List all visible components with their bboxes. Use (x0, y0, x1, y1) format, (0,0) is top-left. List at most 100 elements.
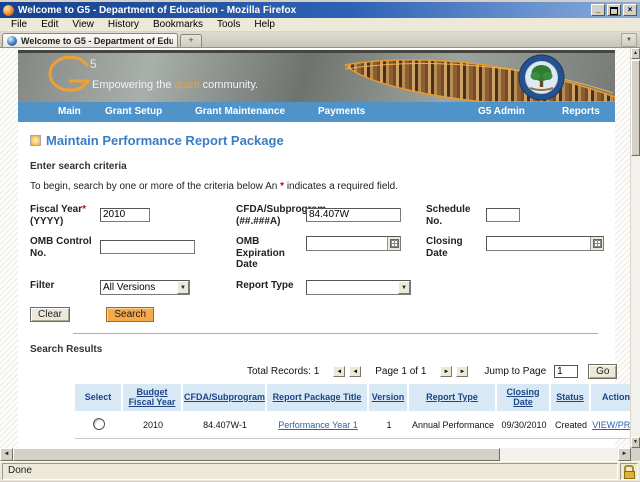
menu-view[interactable]: View (65, 18, 101, 31)
tab-bar: Welcome to G5 - Department of Edu... + ▼ (0, 32, 640, 48)
nav-grant-setup[interactable]: Grant Setup (105, 106, 162, 117)
menu-history[interactable]: History (101, 18, 146, 31)
omb-expiration-input[interactable] (306, 236, 401, 251)
close-button[interactable]: × (623, 4, 637, 16)
page-viewport: 5 Empowering the grant community. Main G… (0, 48, 640, 448)
total-records: Total Records: 1 (247, 365, 320, 377)
omb-control-input[interactable] (100, 239, 195, 254)
list-all-tabs-button[interactable]: ▼ (621, 33, 637, 47)
page-title-text: Maintain Performance Report Package (46, 133, 284, 148)
nav-g5-admin[interactable]: G5 Admin (478, 106, 525, 117)
cfda-label: CFDA/Subprogram (##.###A) (236, 204, 326, 227)
menu-edit[interactable]: Edit (34, 18, 65, 31)
fiscal-year-input[interactable] (100, 207, 150, 222)
lock-icon (623, 470, 635, 479)
clear-button[interactable]: Clear (30, 306, 70, 322)
g5-banner: 5 Empowering the grant community. (18, 50, 615, 102)
menu-bookmarks[interactable]: Bookmarks (146, 18, 210, 31)
jump-to-page-input[interactable] (554, 364, 579, 378)
first-page-button[interactable]: ◄ (333, 365, 346, 377)
search-form: Fiscal Year*(YYYY) CFDA/Subprogram(##.##… (30, 204, 615, 322)
search-button[interactable]: Search (106, 306, 155, 322)
header-status[interactable]: Status (551, 383, 591, 412)
cell-cfda: 84.407W-1 (183, 411, 267, 440)
nav-grant-maintenance[interactable]: Grant Maintenance (195, 106, 285, 117)
header-version[interactable]: Version (369, 383, 409, 412)
scroll-right-button[interactable]: ► (618, 448, 631, 461)
horizontal-scrollbar[interactable]: ◄ ► (0, 448, 640, 461)
new-tab-button[interactable]: + (180, 34, 202, 47)
restore-button[interactable] (607, 4, 621, 16)
vertical-scrollbar[interactable]: ▲ ▼ (630, 48, 640, 448)
closing-date-input[interactable] (486, 236, 604, 251)
main-content: Maintain Performance Report Package Ente… (18, 133, 640, 448)
header-cfda-subprogram[interactable]: CFDA/Subprogram (183, 383, 267, 412)
schedule-no-label: Schedule No. (426, 204, 471, 227)
results-table: Select Budget Fiscal Year CFDA/Subprogra… (75, 383, 640, 440)
nav-payments[interactable]: Payments (318, 106, 365, 117)
tab-label: Welcome to G5 - Department of Edu... (21, 35, 173, 46)
browser-window: Welcome to G5 - Department of Education … (0, 2, 640, 482)
go-button[interactable]: Go (588, 363, 618, 379)
chevron-down-icon[interactable]: ▼ (177, 280, 189, 294)
minimize-button[interactable]: _ (591, 4, 605, 16)
header-report-package-title[interactable]: Report Package Title (267, 383, 369, 412)
menu-file[interactable]: File (4, 18, 34, 31)
banner-swoosh-graphic (345, 59, 615, 102)
header-budget-fiscal-year[interactable]: Budget Fiscal Year (123, 383, 183, 412)
next-page-button[interactable]: ► (440, 365, 453, 377)
menu-tools[interactable]: Tools (210, 18, 247, 31)
chevron-down-icon[interactable]: ▼ (398, 280, 410, 294)
page-title: Maintain Performance Report Package (30, 133, 615, 148)
g5-logo-number: 5 (90, 57, 97, 71)
page-title-bullet-icon (30, 135, 41, 146)
header-select: Select (75, 383, 123, 412)
jump-to-page-label: Jump to Page (484, 365, 547, 377)
filter-select[interactable]: All Versions ▼ (100, 279, 190, 295)
nav-main[interactable]: Main (58, 106, 81, 117)
closing-date-calendar-button[interactable] (590, 237, 603, 250)
cell-budget-fiscal-year: 2010 (123, 411, 183, 440)
menu-help[interactable]: Help (247, 18, 282, 31)
pagination-top: Total Records: 1 ◄ ◄ Page 1 of 1 ► ► Jum… (75, 363, 618, 379)
schedule-no-input[interactable] (486, 207, 520, 222)
select-row-radio[interactable] (93, 418, 105, 431)
cfda-input[interactable] (306, 207, 401, 222)
search-criteria-heading: Enter search criteria (30, 161, 127, 172)
firefox-icon (3, 4, 14, 16)
table-row: 2010 84.407W-1 Performance Year 1 1 Annu… (75, 411, 640, 440)
omb-expiration-calendar-button[interactable] (387, 237, 400, 250)
report-type-label: Report Type (236, 279, 294, 291)
calendar-icon (389, 239, 399, 248)
window-title: Welcome to G5 - Department of Education … (18, 4, 297, 16)
search-results-heading: Search Results (30, 343, 103, 355)
header-closing-date[interactable]: Closing Date (497, 383, 551, 412)
closing-date-label: Closing Date (426, 236, 463, 259)
table-header-row: Select Budget Fiscal Year CFDA/Subprogra… (75, 383, 640, 412)
previous-page-button[interactable]: ◄ (349, 365, 362, 377)
report-type-select[interactable]: ▼ (306, 279, 411, 295)
security-lock-panel[interactable] (620, 463, 638, 480)
scrollbar-corner (631, 448, 640, 461)
scroll-up-button[interactable]: ▲ (631, 48, 640, 59)
cell-version: 1 (369, 411, 409, 440)
active-tab[interactable]: Welcome to G5 - Department of Edu... (2, 33, 178, 47)
last-page-button[interactable]: ► (456, 365, 469, 377)
section-divider (73, 332, 598, 334)
scroll-down-button[interactable]: ▼ (631, 437, 640, 448)
scroll-left-button[interactable]: ◄ (0, 448, 13, 461)
fiscal-year-label: Fiscal Year* (YYYY) (30, 204, 86, 227)
omb-control-label: OMB Control No. (30, 236, 92, 259)
vertical-scroll-thumb[interactable] (631, 60, 640, 156)
report-package-title-link[interactable]: Performance Year 1 (278, 420, 358, 430)
omb-expiration-label: OMB Expiration Date (236, 236, 285, 270)
header-report-type[interactable]: Report Type (409, 383, 497, 412)
calendar-icon (592, 239, 602, 248)
restore-icon (610, 7, 618, 15)
horizontal-scroll-thumb[interactable] (13, 448, 500, 461)
banner-tagline: Empowering the grant community. (92, 79, 259, 91)
status-bar: Done (0, 461, 640, 481)
nav-reports[interactable]: Reports (562, 106, 600, 117)
g5-logo-icon (48, 56, 91, 92)
instructions-text: To begin, search by one or more of the c… (30, 181, 399, 192)
